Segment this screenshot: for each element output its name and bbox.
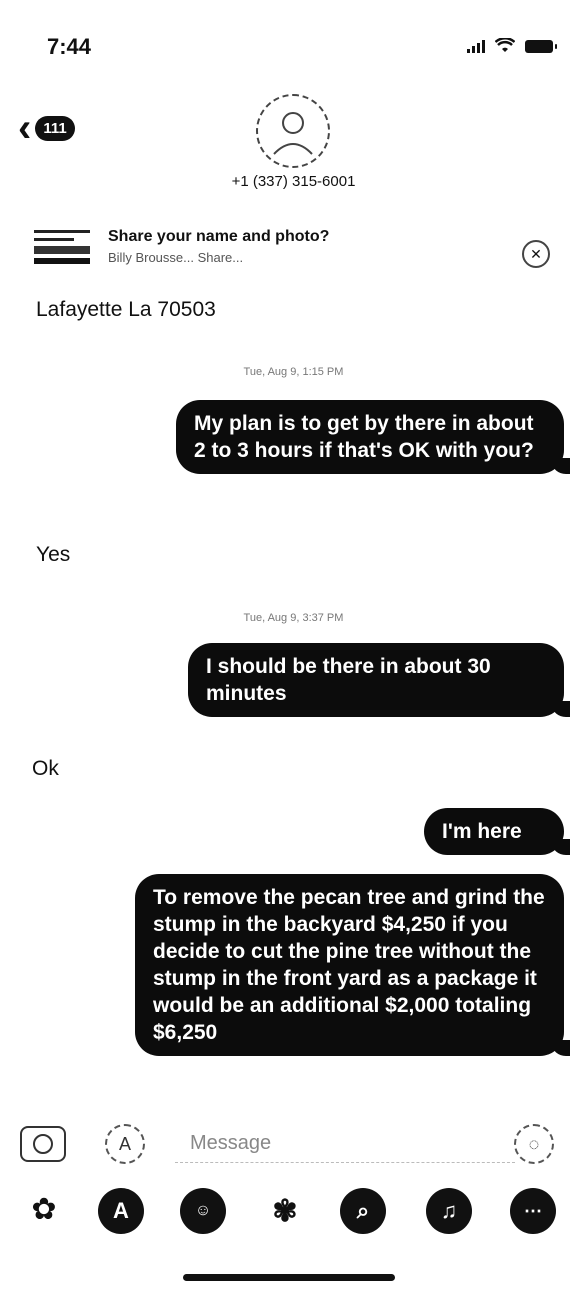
incoming-message[interactable]: Lafayette La 70503 [36,298,216,322]
wifi-icon [495,38,515,52]
app-store-icon[interactable]: A [105,1124,145,1164]
input-underline [175,1162,515,1163]
message-timestamp: Tue, Aug 9, 3:37 PM [243,612,344,624]
app-store-button-icon[interactable]: A [98,1188,144,1234]
music-icon[interactable]: ♫ [426,1188,472,1234]
more-apps-icon[interactable]: ⋯ [510,1188,556,1234]
share-banner-title[interactable]: Share your name and photo? [108,228,329,246]
share-contact-icon [34,230,90,264]
outgoing-message[interactable]: I'm here [424,808,570,855]
status-time: 7:44 [47,34,92,59]
photos-icon[interactable]: ✿ [24,1192,64,1232]
contact-phone-number[interactable]: +1 (337) 315-6001 [0,173,587,190]
incoming-message[interactable]: Yes [36,543,70,567]
memoji-icon[interactable]: ☺ [180,1188,226,1234]
camera-icon [33,1134,53,1154]
camera-button[interactable] [20,1126,66,1162]
digital-touch-icon[interactable]: ✾ [262,1188,308,1234]
cellular-signal-icon [467,39,485,53]
message-timestamp: Tue, Aug 9, 1:15 PM [243,366,344,378]
chevron-left-icon: ‹ [18,106,32,150]
message-input[interactable]: Message [190,1132,490,1155]
image-search-icon[interactable]: ⌕ [340,1188,386,1234]
audio-message-icon[interactable]: ◌ [514,1124,554,1164]
incoming-message[interactable]: Ok [32,757,59,781]
home-indicator[interactable] [183,1274,395,1281]
back-button[interactable]: ‹ 111 [18,108,75,148]
unread-count-badge: 111 [35,115,75,141]
outgoing-message[interactable]: To remove the pecan tree and grind the s… [135,874,570,1056]
battery-icon [525,39,557,53]
outgoing-message[interactable]: My plan is to get by there in about 2 to… [176,400,570,474]
person-icon [273,112,313,155]
close-icon[interactable]: ✕ [522,240,550,268]
share-banner-subtitle: Billy Brousse... Share... [108,250,244,265]
status-icons [467,38,557,54]
outgoing-message[interactable]: I should be there in about 30 minutes [188,643,570,717]
contact-avatar[interactable] [256,94,330,168]
